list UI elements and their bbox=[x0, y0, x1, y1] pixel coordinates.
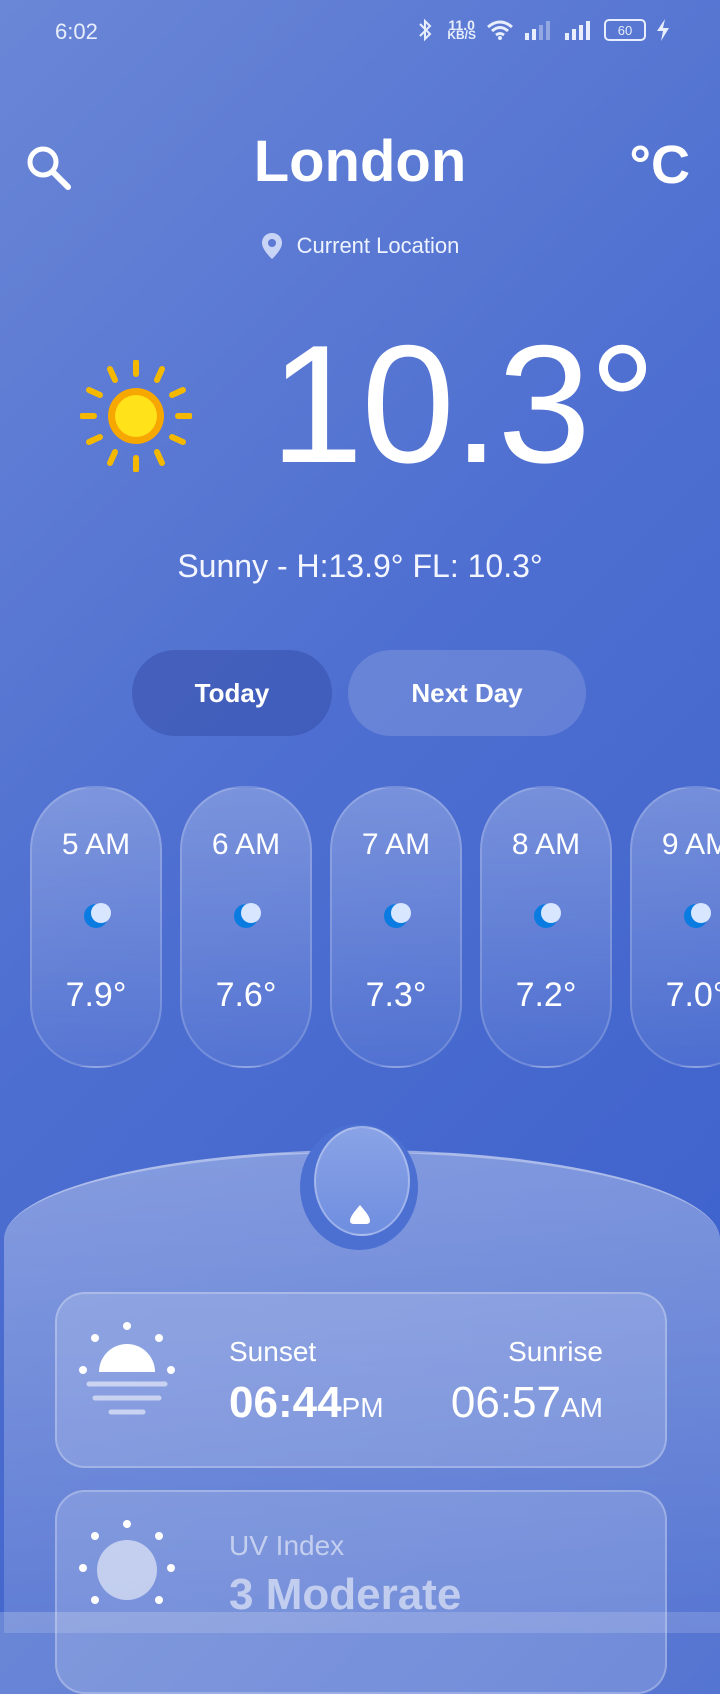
hourly-forecast[interactable]: 5 AM 7.9° 6 AM 7.6° 7 AM 7.3° 8 AM 7.2° … bbox=[30, 786, 720, 1068]
moon-icon bbox=[84, 903, 111, 928]
wifi-icon bbox=[487, 20, 513, 40]
signal-icon-sim2 bbox=[565, 21, 590, 40]
uv-index-value: 3 Moderate bbox=[229, 1570, 462, 1619]
hour-temp: 7.6° bbox=[215, 976, 277, 1014]
current-location[interactable]: Current Location bbox=[0, 232, 720, 260]
location-pin-icon bbox=[261, 233, 282, 259]
uv-sun-icon bbox=[79, 1520, 175, 1604]
moon-icon bbox=[534, 903, 561, 928]
tab-next-day[interactable]: Next Day bbox=[348, 650, 586, 736]
signal-icon-sim1 bbox=[525, 21, 550, 40]
sunset-label: Sunset bbox=[229, 1336, 317, 1367]
sunset-time: 06:44PM bbox=[229, 1378, 384, 1427]
tab-today[interactable]: Today bbox=[132, 650, 332, 736]
expand-up-icon bbox=[350, 1205, 370, 1224]
current-temperature: 10.3° bbox=[270, 310, 656, 498]
uv-index-label: UV Index bbox=[229, 1530, 345, 1561]
sun-times-card: Sunset Sunrise 06:44PM 06:57AM bbox=[55, 1292, 667, 1468]
location-label: Current Location bbox=[296, 233, 460, 258]
bluetooth-icon bbox=[419, 18, 432, 42]
hour-temp: 7.2° bbox=[515, 976, 577, 1014]
hour-temp: 7.0° bbox=[665, 976, 720, 1014]
moon-icon bbox=[384, 903, 411, 928]
moon-icon bbox=[234, 903, 261, 928]
hour-temp: 7.9° bbox=[65, 976, 127, 1014]
hour-time: 7 AM bbox=[361, 828, 431, 861]
status-bar: 6:02 11.0 KB/S 60 bbox=[0, 0, 720, 66]
sun-icon bbox=[80, 360, 192, 472]
hour-time: 5 AM bbox=[61, 828, 131, 861]
hour-time: 6 AM bbox=[211, 828, 281, 861]
hour-card[interactable]: 6 AM 7.6° bbox=[180, 786, 312, 1068]
hour-card[interactable]: 5 AM 7.9° bbox=[30, 786, 162, 1068]
hour-time: 8 AM bbox=[511, 828, 581, 861]
city-name: London bbox=[253, 129, 467, 194]
hour-card[interactable]: 8 AM 7.2° bbox=[480, 786, 612, 1068]
charging-icon bbox=[657, 19, 669, 41]
hour-card[interactable]: 7 AM 7.3° bbox=[330, 786, 462, 1068]
sunrise-label: Sunrise bbox=[508, 1336, 603, 1367]
network-speed: 11.0 KB/S bbox=[447, 17, 476, 42]
battery-indicator: 60 bbox=[604, 19, 646, 41]
condition-summary: Sunny - H:13.9° FL: 10.3° bbox=[177, 548, 543, 584]
hour-temp: 7.3° bbox=[365, 976, 427, 1014]
day-tabs: Today Next Day bbox=[132, 650, 586, 736]
hour-card[interactable]: 9 AM 7.0° bbox=[630, 786, 720, 1068]
unit-toggle-button[interactable]: °C bbox=[629, 134, 690, 196]
status-time: 6:02 bbox=[55, 19, 98, 44]
uv-index-card: UV Index 3 Moderate bbox=[55, 1490, 667, 1694]
moon-icon bbox=[684, 903, 711, 928]
hour-time: 9 AM bbox=[661, 828, 720, 861]
sunset-icon bbox=[79, 1322, 175, 1415]
status-icons: 11.0 KB/S 60 bbox=[415, 18, 670, 42]
sunrise-time: 06:57AM bbox=[450, 1378, 603, 1427]
